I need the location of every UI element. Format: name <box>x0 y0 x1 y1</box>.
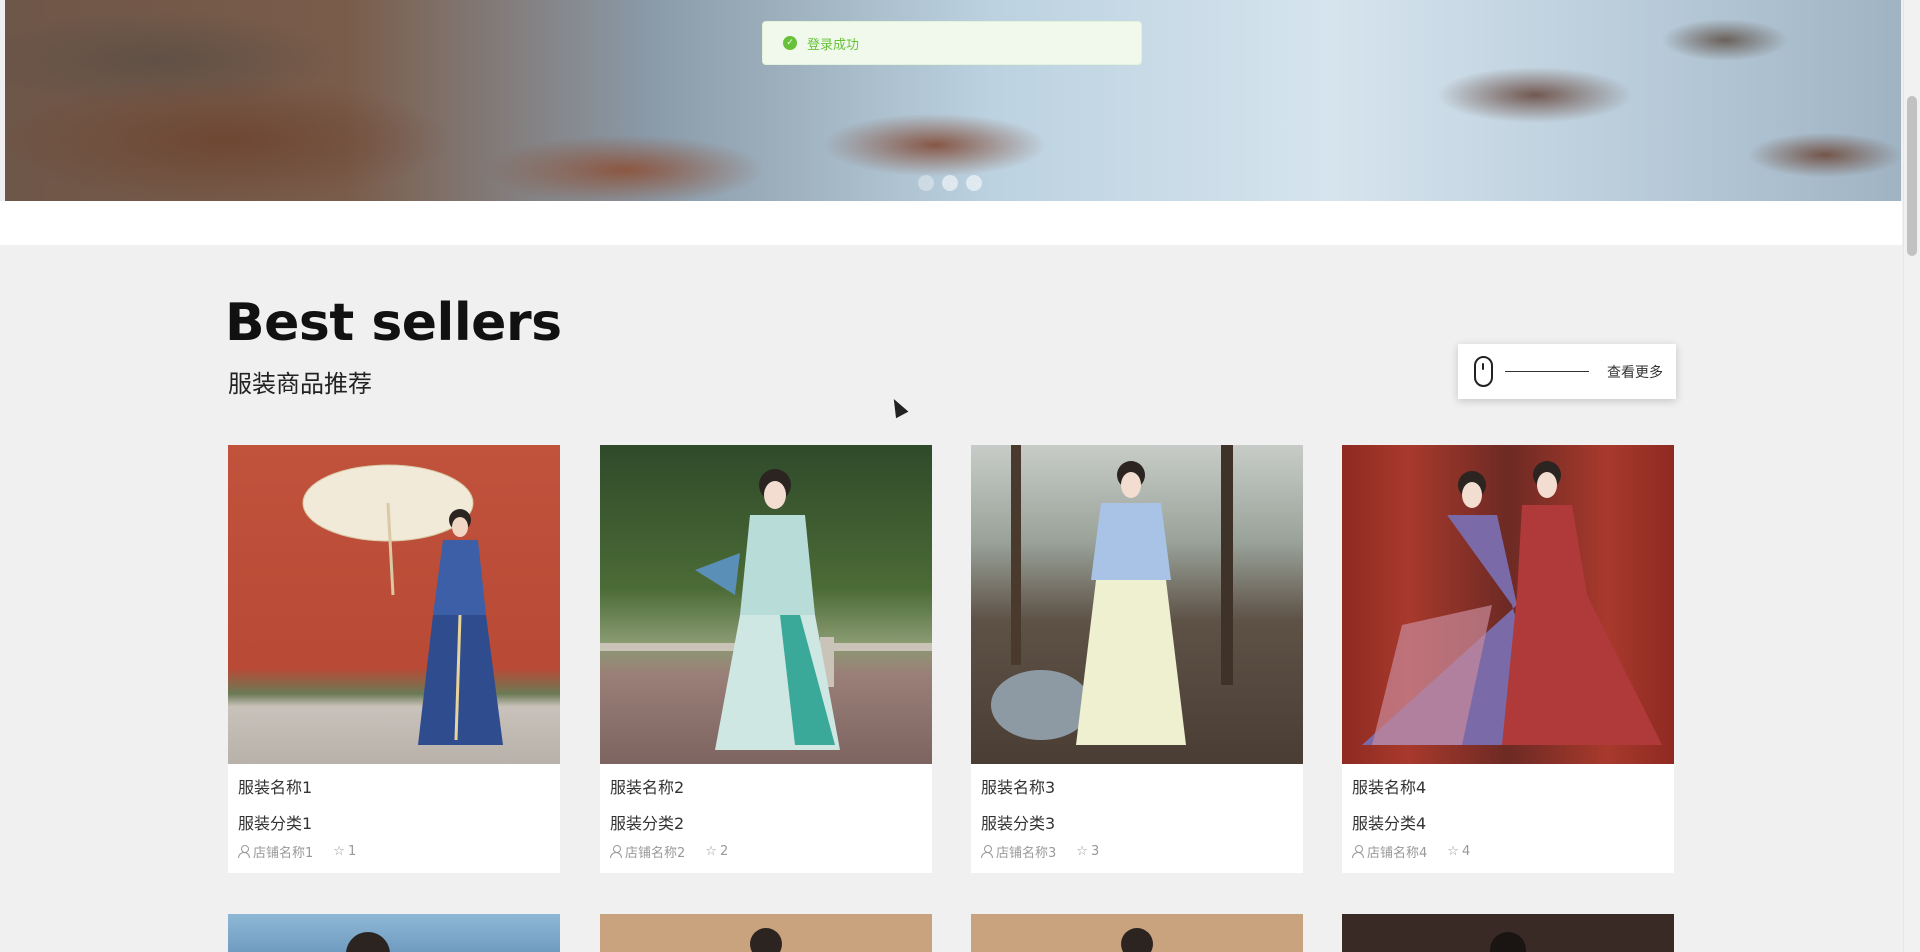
user-icon <box>238 845 250 858</box>
banner-dot-1[interactable] <box>918 175 934 191</box>
product-photo-illustration <box>1362 461 1662 745</box>
product-name[interactable]: 服装名称2 <box>610 774 684 798</box>
user-icon <box>1352 845 1364 858</box>
product-card-partial[interactable] <box>1342 914 1674 952</box>
mouse-cursor-icon <box>887 395 909 419</box>
product-image[interactable] <box>600 445 932 764</box>
mouse-icon <box>1474 356 1493 387</box>
banner-bottom-strip <box>0 201 1902 245</box>
rating-value: 4 <box>1461 844 1471 859</box>
shop-name: 店铺名称2 <box>625 846 686 861</box>
shop-name: 店铺名称1 <box>253 846 314 861</box>
product-photo-illustration <box>600 469 932 750</box>
rating-value: 1 <box>347 844 357 859</box>
product-meta: 店铺名称1 ☆ 1 <box>238 842 356 861</box>
product-photo-illustration <box>302 464 503 745</box>
banner-dot-2[interactable] <box>942 175 958 191</box>
product-card-partial[interactable] <box>600 914 932 952</box>
product-meta: 店铺名称2 ☆ 2 <box>610 842 728 861</box>
product-card-partial[interactable] <box>971 914 1303 952</box>
product-name[interactable]: 服装名称1 <box>238 774 312 798</box>
product-card[interactable]: 服装名称3 服装分类3 店铺名称3 ☆ 3 <box>971 445 1303 873</box>
rating-value: 2 <box>719 844 729 859</box>
banner-dot-3[interactable] <box>966 175 982 191</box>
product-photo-illustration <box>991 445 1233 745</box>
login-success-toast: ✓ 登录成功 <box>762 21 1142 65</box>
banner-indicators <box>918 175 982 191</box>
product-image[interactable] <box>228 445 560 764</box>
section-subtitle: 服装商品推荐 <box>228 370 372 398</box>
shop-name: 店铺名称4 <box>1367 846 1428 861</box>
product-name[interactable]: 服装名称3 <box>981 774 1055 798</box>
section-title: Best sellers <box>225 293 562 353</box>
product-image[interactable] <box>971 445 1303 764</box>
product-image[interactable] <box>1342 445 1674 764</box>
product-category: 服装分类1 <box>238 814 313 833</box>
product-photo-illustration <box>1490 932 1526 952</box>
product-category: 服装分类3 <box>981 814 1056 833</box>
view-more-button[interactable]: 查看更多 <box>1458 344 1676 399</box>
divider-line <box>1505 371 1589 372</box>
toast-message: 登录成功 <box>807 37 860 53</box>
star-icon: ☆ <box>333 844 345 859</box>
user-icon <box>610 845 622 858</box>
page-scrollbar[interactable] <box>1903 0 1920 952</box>
user-icon <box>981 845 993 858</box>
product-photo-illustration <box>750 928 782 952</box>
product-photo-illustration <box>346 932 390 952</box>
product-meta: 店铺名称4 ☆ 4 <box>1352 842 1470 861</box>
shop-name: 店铺名称3 <box>996 846 1057 861</box>
scrollbar-thumb[interactable] <box>1907 96 1917 256</box>
check-circle-icon: ✓ <box>783 36 797 50</box>
product-photo-illustration <box>1121 928 1153 952</box>
product-category: 服装分类4 <box>1352 814 1427 833</box>
product-card[interactable]: 服装名称4 服装分类4 店铺名称4 ☆ 4 <box>1342 445 1674 873</box>
product-card[interactable]: 服装名称2 服装分类2 店铺名称2 ☆ 2 <box>600 445 932 873</box>
view-more-label: 查看更多 <box>1607 364 1663 381</box>
star-icon: ☆ <box>1076 844 1088 859</box>
product-meta: 店铺名称3 ☆ 3 <box>981 842 1099 861</box>
product-card-partial[interactable] <box>228 914 560 952</box>
star-icon: ☆ <box>1447 844 1459 859</box>
rating-value: 3 <box>1090 844 1100 859</box>
product-card[interactable]: 服装名称1 服装分类1 店铺名称1 ☆ 1 <box>228 445 560 873</box>
star-icon: ☆ <box>705 844 717 859</box>
product-name[interactable]: 服装名称4 <box>1352 774 1426 798</box>
product-category: 服装分类2 <box>610 814 685 833</box>
